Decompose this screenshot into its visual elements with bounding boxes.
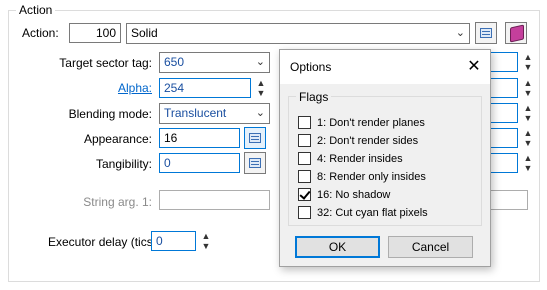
flag-label: 1: Don't render planes bbox=[317, 117, 425, 129]
dialog-title: Options bbox=[290, 60, 332, 74]
spin-up-icon[interactable]: ▲ bbox=[523, 52, 533, 62]
alpha-input[interactable]: 254 bbox=[159, 78, 251, 98]
flag-label: 8: Render only insides bbox=[317, 171, 426, 183]
flag-checkbox[interactable] bbox=[298, 116, 311, 129]
ok-button[interactable]: OK bbox=[295, 236, 380, 258]
blending-mode-label: Blending mode: bbox=[68, 107, 152, 121]
chevron-down-icon: ⌄ bbox=[255, 56, 265, 68]
spin-down-icon[interactable]: ▼ bbox=[523, 113, 533, 123]
appearance-browse-button[interactable] bbox=[244, 127, 266, 149]
alpha-spinner[interactable]: ▲ ▼ bbox=[256, 78, 266, 98]
flags-title: Flags bbox=[296, 90, 332, 104]
tangibility-label: Tangibility: bbox=[95, 157, 152, 171]
group-title: Action bbox=[16, 3, 56, 17]
appearance-input[interactable]: 16 bbox=[159, 128, 240, 148]
spin-down-icon[interactable]: ▼ bbox=[201, 241, 211, 251]
flag-label: 4: Render insides bbox=[317, 153, 403, 165]
flag-checkbox[interactable] bbox=[298, 170, 311, 183]
target-sector-tag-value: 650 bbox=[164, 55, 185, 69]
right-spinner-2[interactable]: ▲ ▼ bbox=[523, 78, 533, 98]
right-spinner-1[interactable]: ▲ ▼ bbox=[523, 52, 533, 72]
string-arg-1-input[interactable] bbox=[159, 190, 270, 210]
appearance-label: Appearance: bbox=[83, 132, 152, 146]
tangibility-input[interactable]: 0 bbox=[159, 153, 240, 173]
spin-down-icon[interactable]: ▼ bbox=[523, 88, 533, 98]
flag-label: 2: Don't render sides bbox=[317, 135, 419, 147]
spin-up-icon[interactable]: ▲ bbox=[523, 103, 533, 113]
action-number-input[interactable]: 100 bbox=[69, 23, 121, 43]
spin-down-icon[interactable]: ▼ bbox=[523, 138, 533, 148]
flag-checkbox-checked[interactable] bbox=[298, 188, 311, 201]
spin-up-icon[interactable]: ▲ bbox=[201, 231, 211, 241]
flag-row[interactable]: 32: Cut cyan flat pixels bbox=[298, 206, 428, 222]
flag-row[interactable]: 16: No shadow bbox=[298, 188, 390, 204]
target-sector-tag-combo[interactable]: 650 ⌄ bbox=[159, 52, 270, 73]
options-dialog: Options ✕ Flags 1: Don't render planes 2… bbox=[279, 49, 491, 267]
book-icon bbox=[510, 24, 524, 43]
flag-row[interactable]: 1: Don't render planes bbox=[298, 116, 425, 132]
right-field-2[interactable] bbox=[488, 78, 518, 98]
string-arg-2-input[interactable] bbox=[488, 190, 528, 210]
list-icon bbox=[480, 28, 492, 38]
action-combo[interactable]: Solid ⌄ bbox=[126, 23, 470, 44]
chevron-down-icon: ⌄ bbox=[255, 107, 265, 119]
right-spinner-4[interactable]: ▲ ▼ bbox=[523, 128, 533, 148]
spin-down-icon[interactable]: ▼ bbox=[256, 88, 266, 98]
spin-up-icon[interactable]: ▲ bbox=[523, 78, 533, 88]
right-field-5[interactable] bbox=[488, 153, 518, 173]
alpha-link[interactable]: Alpha: bbox=[40, 81, 152, 95]
spin-down-icon[interactable]: ▼ bbox=[523, 163, 533, 173]
executor-delay-input[interactable]: 0 bbox=[151, 231, 196, 251]
executor-delay-spinner[interactable]: ▲ ▼ bbox=[201, 231, 211, 251]
flag-label: 32: Cut cyan flat pixels bbox=[317, 207, 428, 219]
spin-down-icon[interactable]: ▼ bbox=[523, 62, 533, 72]
action-label: Action: bbox=[22, 26, 59, 40]
flag-row[interactable]: 2: Don't render sides bbox=[298, 134, 418, 150]
cancel-button[interactable]: Cancel bbox=[388, 236, 473, 258]
action-help-button[interactable] bbox=[505, 22, 527, 44]
target-sector-tag-label: Target sector tag: bbox=[59, 56, 152, 70]
right-spinner-5[interactable]: ▲ ▼ bbox=[523, 153, 533, 173]
spin-up-icon[interactable]: ▲ bbox=[523, 153, 533, 163]
flag-row[interactable]: 4: Render insides bbox=[298, 152, 403, 168]
flag-checkbox[interactable] bbox=[298, 206, 311, 219]
close-icon[interactable]: ✕ bbox=[463, 56, 485, 78]
right-spinner-3[interactable]: ▲ ▼ bbox=[523, 103, 533, 123]
flag-label: 16: No shadow bbox=[317, 189, 391, 201]
executor-delay-label: Executor delay (tics): bbox=[48, 235, 161, 249]
right-field-1[interactable] bbox=[488, 52, 518, 72]
right-field-3[interactable] bbox=[488, 103, 518, 123]
blending-mode-combo[interactable]: Translucent ⌄ bbox=[159, 103, 270, 124]
spin-up-icon[interactable]: ▲ bbox=[256, 78, 266, 88]
list-icon bbox=[249, 158, 261, 168]
action-combo-value: Solid bbox=[131, 26, 158, 40]
flag-checkbox[interactable] bbox=[298, 152, 311, 165]
blending-mode-value: Translucent bbox=[164, 106, 227, 120]
flag-row[interactable]: 8: Render only insides bbox=[298, 170, 426, 186]
action-browse-button[interactable] bbox=[475, 22, 497, 44]
string-arg-1-label: String arg. 1: bbox=[83, 195, 152, 209]
chevron-down-icon: ⌄ bbox=[455, 27, 465, 39]
list-icon bbox=[249, 133, 261, 143]
flag-checkbox[interactable] bbox=[298, 134, 311, 147]
tangibility-browse-button[interactable] bbox=[244, 152, 266, 174]
right-field-4[interactable] bbox=[488, 128, 518, 148]
spin-up-icon[interactable]: ▲ bbox=[523, 128, 533, 138]
